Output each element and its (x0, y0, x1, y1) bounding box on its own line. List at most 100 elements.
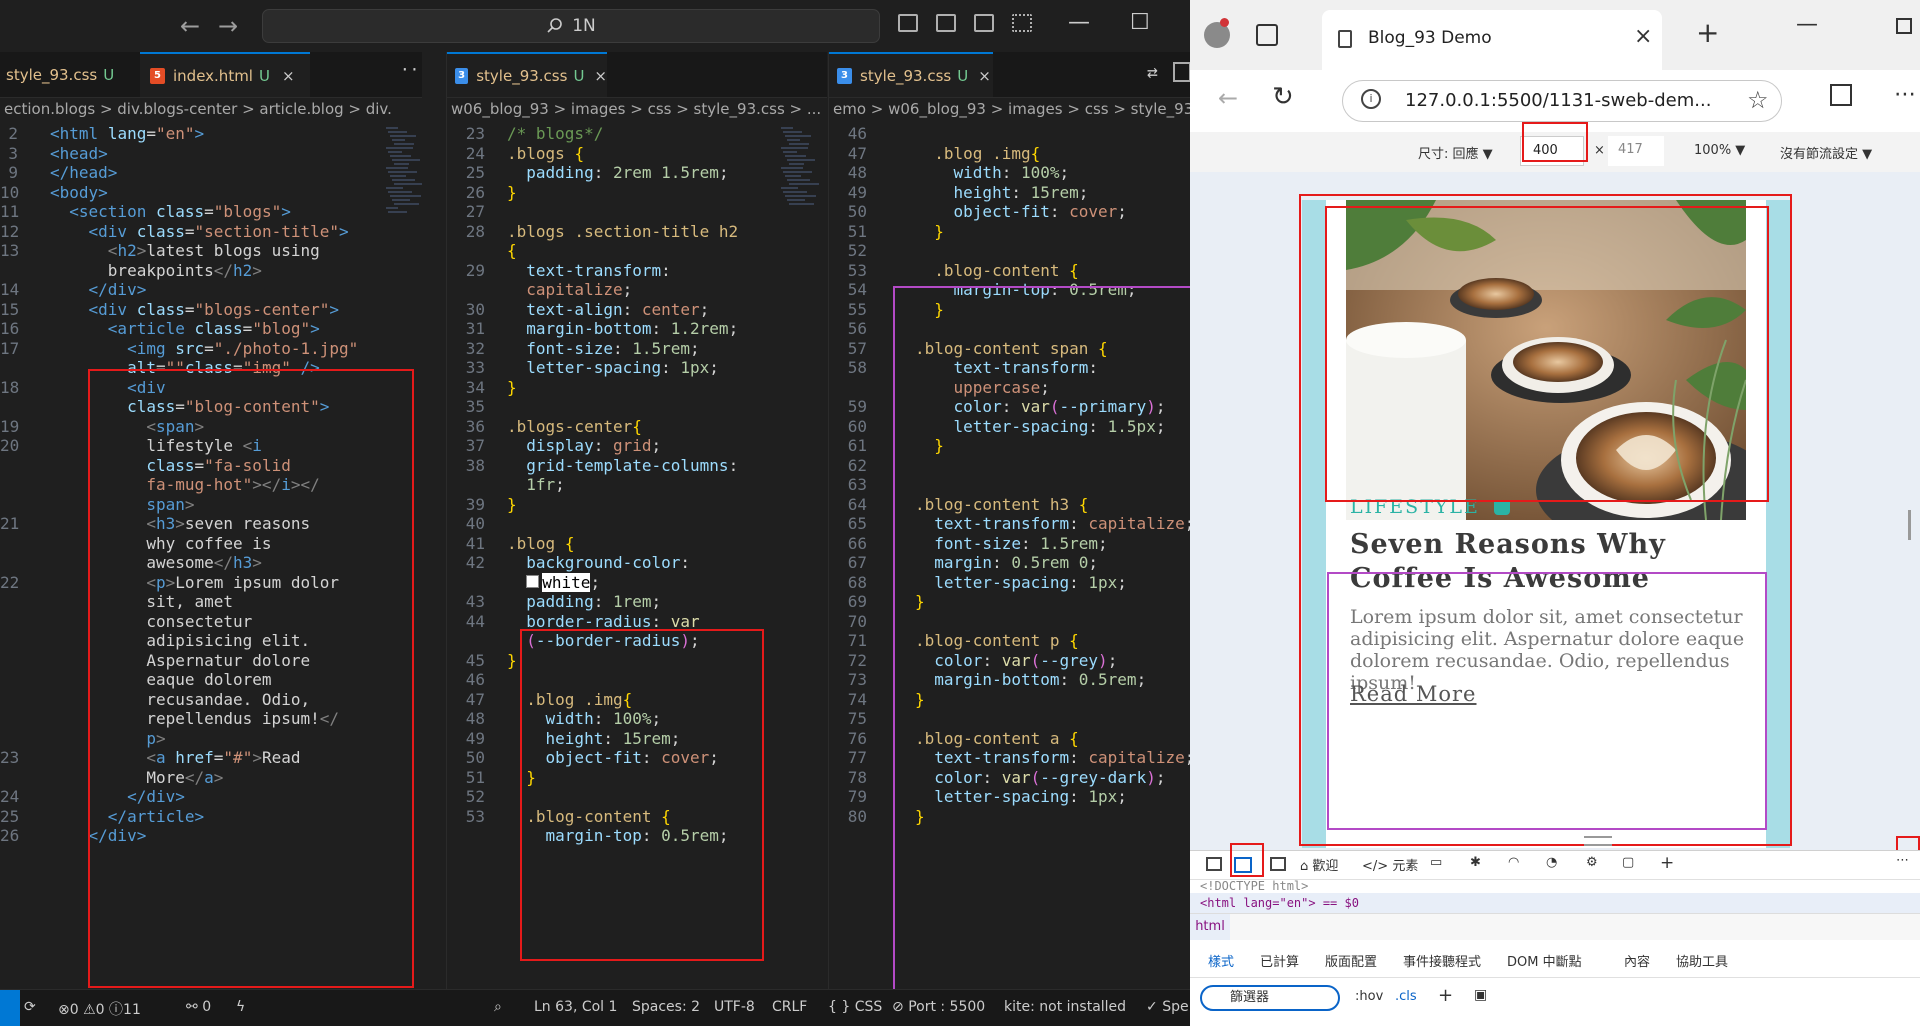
code-line[interactable]: <h2>latest blogs using (50, 241, 320, 261)
toggle-panel-icon[interactable] (936, 14, 956, 32)
code-line[interactable]: <html lang="en"> (50, 124, 204, 144)
gear-icon[interactable]: ⚙ (1586, 855, 1598, 870)
code-line[interactable]: <article class="blog"> (50, 319, 320, 339)
styles-subtab[interactable]: 事件接聽程式 (1403, 951, 1481, 970)
code-line[interactable]: display: grid; (507, 436, 661, 456)
new-rule-icon[interactable]: + (1438, 985, 1453, 1006)
code-line[interactable]: text-transform: (507, 261, 671, 281)
dimensions-select[interactable]: 尺寸: 回應 ▼ (1418, 143, 1493, 162)
toggle-sidebar-icon[interactable] (898, 14, 918, 32)
code-line[interactable]: } (507, 183, 517, 203)
crumb-html[interactable]: html (1190, 914, 1230, 940)
code-line[interactable]: padding: 2rem 1.5rem; (507, 163, 728, 183)
code-line[interactable]: { (507, 241, 517, 261)
code-line[interactable]: .blog { (507, 534, 574, 554)
tab-welcome[interactable]: ⌂ 歡迎 (1300, 855, 1338, 874)
network-icon[interactable]: ◠ (1508, 855, 1519, 870)
breadcrumb[interactable]: w06_blog_93 > images > css > style_93.cs… (447, 97, 827, 121)
code-line[interactable]: margin-bottom: 1.2rem; (507, 319, 738, 339)
refresh-icon[interactable]: ↻ (1272, 82, 1294, 112)
url-field[interactable]: i 127.0.0.1:5500/1131-sweb-dem... ☆ (1342, 80, 1782, 122)
breadcrumb[interactable]: ection.blogs > div.blogs-center > articl… (0, 97, 422, 121)
problems-indicator[interactable]: ⊗0 ⚠0 ⓘ11 (58, 999, 141, 1019)
close-tab-icon[interactable]: × (1634, 24, 1652, 49)
styles-subtab[interactable]: 樣式 (1208, 951, 1234, 970)
styles-subtab[interactable]: 已計算 (1260, 951, 1299, 970)
toggle-secondary-sidebar-icon[interactable] (974, 14, 994, 32)
tab-actions-icon[interactable] (1256, 24, 1278, 46)
code-line[interactable]: } (507, 651, 517, 671)
maximize-icon[interactable] (1896, 18, 1912, 34)
code-line[interactable]: padding: 1rem; (507, 592, 661, 612)
forward-arrow-icon[interactable]: → (218, 12, 238, 40)
breadcrumb[interactable]: emo > w06_blog_93 > images > css > style… (829, 97, 1191, 121)
code-line[interactable]: </div> (50, 280, 147, 300)
split-screen-icon[interactable] (1830, 84, 1852, 106)
tab-index-html[interactable]: 5 index.html U × (140, 52, 310, 97)
code-line[interactable]: } (507, 378, 517, 398)
filter-input[interactable]: 篩選器 (1200, 985, 1340, 1011)
tab-style-css[interactable]: 3 style_93.css U × (829, 52, 993, 97)
code-line[interactable]: <head> (50, 144, 108, 164)
height-input[interactable]: 417 (1608, 136, 1664, 166)
back-arrow-icon[interactable]: ← (180, 12, 200, 40)
kite-status[interactable]: kite: not installed (1004, 999, 1126, 1015)
zoom-icon[interactable]: ⌕ (494, 999, 502, 1015)
split-editor-icon[interactable] (1173, 62, 1191, 82)
code-line[interactable]: text-align: center; (507, 300, 709, 320)
code-line[interactable]: <div class="section-title"> (50, 222, 349, 242)
customize-layout-icon[interactable] (1012, 14, 1032, 32)
cursor-position[interactable]: Ln 63, Col 1 (534, 999, 617, 1015)
code-line[interactable]: </head> (50, 163, 117, 183)
resize-handle[interactable] (1584, 836, 1612, 846)
language-mode[interactable]: { } CSS (828, 999, 882, 1015)
new-tab-icon[interactable]: + (1696, 16, 1719, 49)
command-center-search[interactable]: 1N (262, 9, 880, 43)
code-line[interactable]: /* blogs*/ (507, 124, 603, 144)
browser-tab[interactable]: Blog_93 Demo × (1322, 10, 1662, 70)
tab-elements[interactable]: </> 元素 (1362, 855, 1418, 874)
code-line[interactable]: width: 100%; (915, 163, 1070, 183)
dom-html-node[interactable]: <html lang="en"> == $0 (1190, 893, 1920, 913)
sync-icon[interactable]: ⟳ (24, 999, 36, 1015)
code-line[interactable]: letter-spacing: 1px; (507, 358, 719, 378)
styles-subtab[interactable]: DOM 中斷點 (1507, 951, 1582, 970)
settings-more-icon[interactable]: ⋯ (1894, 82, 1916, 107)
back-arrow-icon[interactable]: ← (1218, 84, 1238, 112)
code-line[interactable]: <section class="blogs"> (50, 202, 291, 222)
bug-icon[interactable]: ✱ (1470, 855, 1481, 870)
close-tab-icon[interactable]: × (594, 67, 607, 85)
code-line[interactable]: background-color: (507, 553, 690, 573)
toggle-element-state-icon[interactable]: ▣ (1474, 987, 1487, 1003)
code-line[interactable]: font-size: 1.5rem; (507, 339, 699, 359)
code-line[interactable]: } (507, 495, 517, 515)
devtools-more-icon[interactable]: ⋯ (1896, 853, 1909, 868)
tab-style-css[interactable]: 3 style_93.css U × (447, 52, 607, 97)
inspect-icon[interactable] (1206, 857, 1222, 871)
code-line[interactable]: 1fr; (507, 475, 565, 495)
code-line[interactable]: capitalize; (507, 280, 632, 300)
code-line[interactable]: .blog-content { (915, 261, 1079, 281)
code-line[interactable]: .blogs { (507, 144, 584, 164)
application-icon[interactable]: ▢ (1622, 855, 1634, 870)
dock-icon[interactable] (1270, 857, 1286, 871)
favorite-star-icon[interactable]: ☆ (1747, 86, 1769, 114)
dom-doctype[interactable]: <!DOCTYPE html> (1200, 879, 1308, 893)
code-line[interactable]: <div class="blogs-center"> (50, 300, 339, 320)
site-info-icon[interactable]: i (1361, 89, 1381, 109)
close-tab-icon[interactable]: × (282, 67, 295, 85)
hov-toggle[interactable]: :hov (1355, 989, 1383, 1004)
indentation[interactable]: Spaces: 2 (632, 999, 700, 1015)
compare-changes-icon[interactable]: ⇄ (1147, 62, 1158, 83)
code-line[interactable]: .blog .img{ (915, 144, 1040, 164)
console-icon[interactable]: ▭ (1430, 855, 1442, 870)
code-line[interactable]: <body> (50, 183, 108, 203)
styles-subtab[interactable]: 內容 (1624, 951, 1650, 970)
zoom-select[interactable]: 100% ▼ (1694, 143, 1745, 158)
minimize-icon[interactable]: — (1796, 12, 1818, 37)
code-line[interactable]: .blogs .section-title h2 (507, 222, 738, 242)
more-actions-icon[interactable]: ··· (400, 60, 422, 79)
end-of-line[interactable]: CRLF (772, 999, 807, 1015)
cls-toggle[interactable]: .cls (1395, 989, 1417, 1004)
minimize-icon[interactable]: — (1068, 10, 1090, 35)
